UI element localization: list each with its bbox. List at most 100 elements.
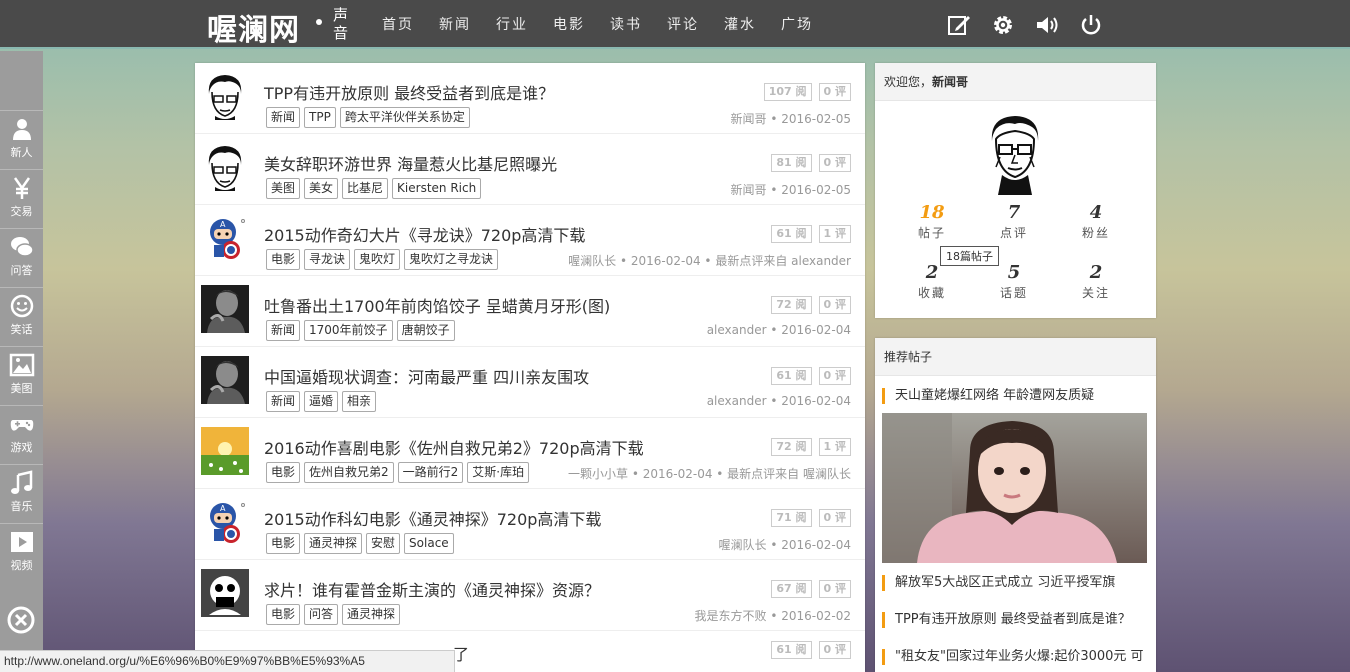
nav-industry[interactable]: 行业 bbox=[496, 14, 528, 34]
post-tag[interactable]: 唐朝饺子 bbox=[396, 320, 455, 341]
sidebar-item-jokes[interactable]: 笑话 bbox=[0, 287, 43, 345]
post-tag[interactable]: 寻龙诀 bbox=[304, 249, 351, 270]
user-avatar[interactable] bbox=[982, 111, 1048, 195]
author-avatar[interactable]: A bbox=[201, 498, 249, 546]
author-avatar[interactable] bbox=[201, 143, 249, 191]
post-tag[interactable]: TPP bbox=[304, 107, 336, 128]
sidebar-item-qa[interactable]: 问答 bbox=[0, 228, 43, 286]
nav-news[interactable]: 新闻 bbox=[439, 14, 471, 34]
sidebar-item-video[interactable]: 视频 bbox=[0, 523, 43, 581]
user-name[interactable]: 新闻哥 bbox=[932, 75, 968, 89]
sidebar-item-pictures[interactable]: 美图 bbox=[0, 346, 43, 404]
post-row[interactable]: 美女辞职环游世界 海量惹火比基尼照曝光 美图 美女 比基尼 Kiersten Rich 8… bbox=[195, 134, 865, 205]
post-tag[interactable]: 新闻 bbox=[266, 320, 301, 341]
post-tag[interactable]: 电影 bbox=[266, 533, 301, 554]
post-tag[interactable]: 跨太平洋伙伴关系协定 bbox=[339, 107, 470, 128]
stat-favorites[interactable]: 2 收藏 bbox=[902, 262, 962, 301]
post-tag[interactable]: 电影 bbox=[266, 249, 301, 270]
post-tag[interactable]: 比基尼 bbox=[342, 178, 389, 199]
logo-dot bbox=[316, 19, 322, 25]
stat-fans[interactable]: 4 粉丝 bbox=[1066, 202, 1126, 241]
author-avatar[interactable] bbox=[201, 285, 249, 333]
recommend-item[interactable]: 天山童姥爆红网络 年龄遭网友质疑 bbox=[882, 388, 1150, 404]
nav-chat[interactable]: 灌水 bbox=[724, 14, 756, 34]
yen-icon bbox=[13, 177, 30, 199]
recommend-item[interactable]: 解放军5大战区正式成立 习近平授军旗 bbox=[882, 575, 1150, 591]
volume-icon[interactable] bbox=[1034, 12, 1060, 38]
post-row[interactable]: TPP有违开放原则 最终受益者到底是谁？ 新闻 TPP 跨太平洋伙伴关系协定 107 阅… bbox=[195, 63, 865, 134]
author-avatar[interactable] bbox=[201, 569, 249, 617]
post-title[interactable]: 了 bbox=[453, 641, 469, 665]
post-tag[interactable]: Kiersten Rich bbox=[392, 178, 482, 199]
close-icon[interactable] bbox=[7, 606, 35, 634]
post-tag[interactable]: 美女 bbox=[304, 178, 339, 199]
post-title[interactable]: 2015动作奇幻大片《寻龙诀》720p高清下载 bbox=[264, 222, 585, 246]
author-avatar[interactable] bbox=[201, 427, 249, 475]
welcome-header: 欢迎您，新闻哥 bbox=[875, 63, 1156, 101]
power-icon[interactable] bbox=[1078, 12, 1104, 38]
post-counts: 61 阅 0 评 bbox=[764, 367, 851, 385]
gear-icon[interactable] bbox=[990, 12, 1016, 38]
stat-following[interactable]: 2 关注 bbox=[1066, 262, 1126, 301]
post-tag[interactable]: 电影 bbox=[266, 604, 301, 625]
nav-plaza[interactable]: 广场 bbox=[781, 14, 813, 34]
post-tag[interactable]: 鬼吹灯之寻龙诀 bbox=[404, 249, 499, 270]
post-tag[interactable]: 安慰 bbox=[366, 533, 401, 554]
post-title[interactable]: 2016动作喜剧电影《佐州自救兄弟2》720p高清下载 bbox=[264, 435, 644, 459]
stat-topics[interactable]: 5 话题 bbox=[984, 262, 1044, 301]
user-icon bbox=[12, 119, 31, 140]
edit-icon[interactable] bbox=[946, 12, 972, 38]
post-row[interactable]: 2016动作喜剧电影《佐州自救兄弟2》720p高清下载 电影 佐州自救兄弟2 一路前行… bbox=[195, 418, 865, 489]
post-tag[interactable]: 通灵神探 bbox=[304, 533, 363, 554]
nav-review[interactable]: 评论 bbox=[667, 14, 699, 34]
sidebar-item-music[interactable]: 音乐 bbox=[0, 464, 43, 522]
post-tag[interactable]: 一路前行2 bbox=[397, 462, 464, 483]
post-tag[interactable]: 通灵神探 bbox=[342, 604, 401, 625]
post-tag[interactable]: 新闻 bbox=[266, 107, 301, 128]
post-title[interactable]: 美女辞职环游世界 海量惹火比基尼照曝光 bbox=[264, 151, 557, 175]
nav-books[interactable]: 读书 bbox=[610, 14, 642, 34]
post-tag[interactable]: 佐州自救兄弟2 bbox=[304, 462, 394, 483]
post-tag[interactable]: 相亲 bbox=[342, 391, 377, 412]
post-tag[interactable]: Solace bbox=[404, 533, 454, 554]
post-title[interactable]: 2015动作科幻电影《通灵神探》720p高清下载 bbox=[264, 506, 601, 530]
post-tag[interactable]: 鬼吹灯 bbox=[354, 249, 401, 270]
post-tag[interactable]: 问答 bbox=[304, 604, 339, 625]
site-logo[interactable]: 喔澜网 bbox=[207, 5, 300, 49]
nav-movie[interactable]: 电影 bbox=[553, 14, 585, 34]
post-row[interactable]: 中国逼婚现状调查：河南最严重 四川亲友围攻 新闻 逼婚 相亲 61 阅 0 评 alexan… bbox=[195, 347, 865, 418]
sidebar-item-games[interactable]: 游戏 bbox=[0, 405, 43, 463]
nav-home[interactable]: 首页 bbox=[382, 14, 414, 34]
post-tag[interactable]: 艾斯·库珀 bbox=[467, 462, 530, 483]
music-icon bbox=[10, 470, 32, 494]
post-tag[interactable]: 美图 bbox=[266, 178, 301, 199]
post-title[interactable]: 中国逼婚现状调查：河南最严重 四川亲友围攻 bbox=[264, 364, 589, 388]
recommend-item[interactable]: TPP有违开放原则 最终受益者到底是谁？ bbox=[882, 612, 1150, 628]
sidebar-item-newbie[interactable]: 新人 bbox=[0, 110, 43, 168]
post-tag[interactable]: 逼婚 bbox=[304, 391, 339, 412]
comment-count: 0 评 bbox=[818, 580, 851, 598]
post-row[interactable]: A 2015动作奇幻大片《寻龙诀》720p高清下载 电影 寻龙诀 鬼吹灯 鬼吹灯之寻龙诀 6… bbox=[195, 205, 865, 276]
stat-tooltip: 18篇帖子 bbox=[940, 246, 999, 266]
author-avatar[interactable]: A bbox=[201, 214, 249, 262]
post-counts: 61 阅 0 评 bbox=[764, 641, 851, 659]
post-meta: 一颗小小草 • 2016-02-04 • 最新点评来自 喔澜队长 bbox=[568, 467, 851, 481]
recommend-image[interactable] bbox=[882, 413, 1147, 563]
recommend-item[interactable]: "租女友"回家过年业务火爆:起价3000元 可 bbox=[882, 649, 1150, 665]
post-tag[interactable]: 电影 bbox=[266, 462, 301, 483]
post-tag[interactable]: 1700年前饺子 bbox=[304, 320, 393, 341]
post-tag[interactable]: 新闻 bbox=[266, 391, 301, 412]
post-row[interactable]: 求片！谁有霍普金斯主演的《通灵神探》资源？ 电影 问答 通灵神探 67 阅 0 评我是东方… bbox=[195, 560, 865, 631]
post-title[interactable]: 求片！谁有霍普金斯主演的《通灵神探》资源？ bbox=[264, 577, 600, 601]
stat-reviews[interactable]: 7 点评 bbox=[984, 202, 1044, 241]
post-row[interactable]: 吐鲁番出土1700年前肉馅饺子 呈蜡黄月牙形(图) 新闻 1700年前饺子 唐朝饺子 7… bbox=[195, 276, 865, 347]
post-title[interactable]: TPP有违开放原则 最终受益者到底是谁？ bbox=[264, 80, 554, 104]
sidebar-item-label: 新人 bbox=[10, 146, 33, 159]
author-avatar[interactable] bbox=[201, 72, 249, 120]
stat-posts[interactable]: 18 帖子 bbox=[902, 202, 962, 241]
post-meta: 我是东方不败 • 2016-02-02 bbox=[694, 609, 851, 623]
sidebar-item-trade[interactable]: 交易 bbox=[0, 169, 43, 227]
post-row[interactable]: A 2015动作科幻电影《通灵神探》720p高清下载 电影 通灵神探 安慰 Solace 7… bbox=[195, 489, 865, 560]
author-avatar[interactable] bbox=[201, 356, 249, 404]
post-title[interactable]: 吐鲁番出土1700年前肉馅饺子 呈蜡黄月牙形(图) bbox=[264, 293, 610, 317]
